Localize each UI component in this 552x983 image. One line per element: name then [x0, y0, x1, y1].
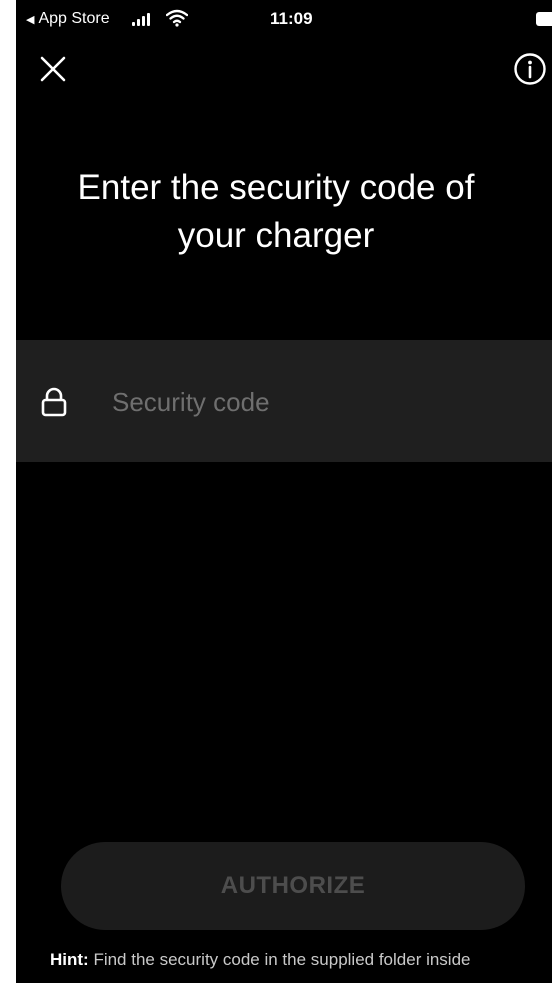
hint-body: Find the security code in the supplied f…: [88, 950, 471, 969]
signal-strength-icon: [132, 12, 150, 26]
info-icon[interactable]: [513, 52, 547, 86]
security-code-input[interactable]: [110, 376, 534, 428]
hint-label: Hint:: [50, 950, 89, 969]
battery-icon: [536, 12, 552, 26]
hint-text: Hint: Find the security code in the supp…: [50, 950, 552, 970]
close-icon[interactable]: [38, 54, 68, 84]
lock-icon: [41, 387, 67, 417]
authorize-button[interactable]: AUTHORIZE: [61, 842, 525, 930]
status-bar: ◀ App Store 11:09: [16, 0, 552, 40]
status-time: 11:09: [270, 9, 313, 28]
back-triangle-icon: ◀: [26, 13, 35, 26]
back-to-app-store[interactable]: ◀ App Store: [26, 10, 110, 28]
page-title: Enter the security code of your charger: [77, 168, 475, 255]
back-app-label: App Store: [38, 10, 110, 27]
security-code-field[interactable]: [16, 340, 552, 462]
wifi-icon: [166, 9, 188, 27]
app-screen: ◀ App Store 11:09 Enter the security cod…: [16, 0, 552, 983]
